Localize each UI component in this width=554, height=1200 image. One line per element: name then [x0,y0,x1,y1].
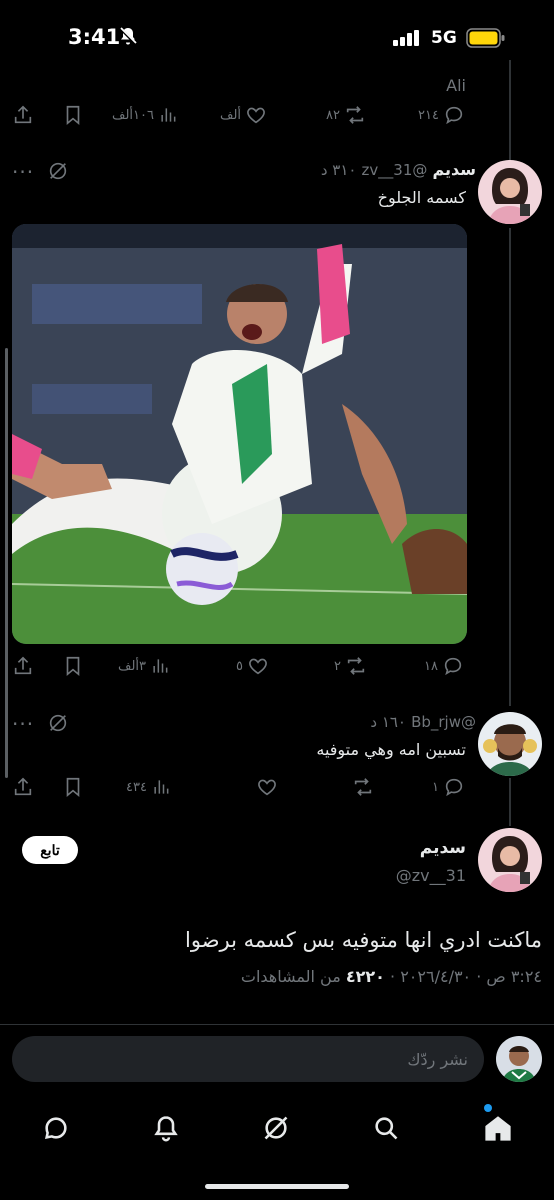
avatar[interactable] [496,1036,542,1082]
retweet-button[interactable]: ٨٢ [326,100,366,130]
heart-icon [258,779,276,796]
bookmark-icon [66,105,80,126]
heart-icon [247,107,265,124]
views-icon [153,659,168,673]
nav-home[interactable] [478,1108,518,1148]
thread-line [509,228,511,706]
reply-button[interactable]: ١٨ [424,651,464,681]
reply-button[interactable]: ١ [432,772,465,802]
retweet-count: ٨٢ [326,107,340,123]
bookmark-button[interactable] [62,772,84,802]
retweet-count: ٢ [334,658,341,674]
reply-count: ١ [432,779,439,795]
nav-grok[interactable] [256,1108,296,1148]
status-bar: 3:41 5G [0,0,554,76]
share-icon [14,105,32,124]
retweet-button[interactable]: ٢ [334,651,367,681]
reply-icon [444,657,462,676]
reply-input[interactable] [12,1036,484,1082]
views-button[interactable]: ٣ألف [118,651,170,681]
tweet-actions: ٣ألف ٥ ٢ ١٨ [0,651,554,681]
like-button[interactable] [252,772,278,802]
views-icon [154,780,169,794]
nav-notifications[interactable] [146,1108,186,1148]
nav-messages[interactable] [36,1108,76,1148]
bookmark-button[interactable] [62,100,84,130]
views-count: ٣ألف [118,658,147,674]
tweet-video[interactable] [12,224,467,644]
like-count: ٥ [236,658,243,674]
like-button[interactable]: ٥ [236,651,269,681]
messages-icon [45,1117,67,1139]
avatar[interactable] [478,828,542,892]
share-button[interactable] [12,100,34,130]
tweet-text: كسمه الجلوخ [377,188,466,207]
timestamp: ٣١٠ د [320,161,357,179]
nav-search[interactable] [366,1108,406,1148]
network-type: 5G [431,28,457,48]
battery-icon [466,28,506,48]
bookmark-icon [66,777,80,798]
tweet-actions: ٤٣٤ ١ [0,772,554,802]
username[interactable]: @Bb_rjw [411,713,476,731]
retweet-icon [347,657,365,675]
share-icon [14,656,32,675]
tweet-text: ماكنت ادري انها متوفيه بس كسمه برضوا [185,928,542,952]
like-button[interactable]: ألف [220,100,267,130]
share-button[interactable] [12,772,34,802]
clock: 3:41 [68,25,121,49]
views-count: ٤٣٤ [126,779,147,795]
reply-button[interactable]: ٢١٤ [418,100,465,130]
cellular-signal-icon [393,30,421,46]
tweet-meta: ٣:٢٤ ص · ٢٠٢٦/٤/٣٠ · ٤٢٢٠ من المشاهدات [240,967,542,986]
tweet-header: @Bb_rjw ١٦٠ د [370,712,476,731]
username[interactable]: @zv__31 [362,161,428,179]
avatar[interactable] [478,712,542,776]
bookmark-button[interactable] [62,651,84,681]
tweet-text: تسبين امه وهي متوفيه [316,740,466,759]
bell-slash-icon [118,26,138,46]
heart-icon [249,658,267,675]
previous-tweet-author: Ali [446,76,466,95]
home-indicator[interactable] [205,1184,349,1189]
more-options-icon[interactable]: ··· [12,712,34,736]
grok-icon[interactable] [47,160,69,182]
views-button[interactable]: ٤٣٤ [126,772,171,802]
timestamp: ١٦٠ د [370,713,406,731]
grok-icon[interactable] [47,712,69,734]
reply-count: ١٨ [424,658,438,674]
previous-tweet-actions: ١٠٦ألف ألف ٨٢ ٢١٤ [0,100,554,130]
reply-count: ٢١٤ [418,107,439,123]
follow-button[interactable]: تابع [22,836,78,864]
display-name[interactable]: سديم [432,160,476,179]
views-label: من المشاهدات [240,967,341,986]
retweet-button[interactable] [348,772,374,802]
more-options-icon[interactable]: ··· [12,160,34,184]
views-count: ١٠٦ألف [112,107,154,123]
grok-icon [264,1116,288,1140]
reply-icon [445,778,463,797]
views-button[interactable]: ١٠٦ألف [112,100,178,130]
home-icon [485,1116,511,1141]
reply-icon [445,106,463,125]
username[interactable]: @zv__31 [396,866,466,885]
like-count: ألف [220,107,242,123]
share-button[interactable] [12,651,34,681]
retweet-icon [346,106,364,124]
retweet-icon [354,778,372,796]
tweet-header: سديم @zv__31 ٣١٠ د [321,160,476,179]
notifications-icon [154,1116,178,1142]
scroll-indicator[interactable] [5,348,8,778]
views-count: ٤٢٢٠ [345,967,385,986]
display-name[interactable]: سديم [420,838,466,858]
share-icon [14,777,32,796]
bookmark-icon [66,656,80,677]
views-icon [161,108,176,122]
tweet-datetime: ٣:٢٤ ص · ٢٠٢٦/٤/٣٠ [400,967,542,986]
notification-dot [484,1104,492,1112]
search-icon [375,1117,398,1140]
avatar[interactable] [478,160,542,224]
